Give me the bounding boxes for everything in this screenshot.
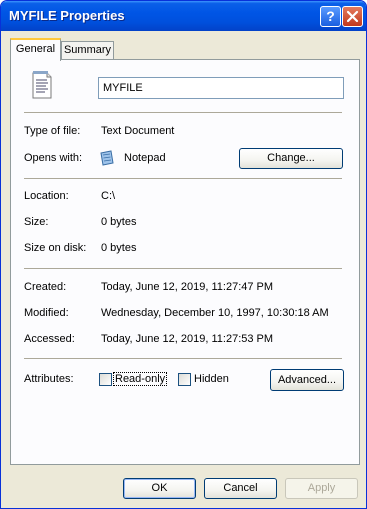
- help-button[interactable]: ?: [320, 6, 341, 27]
- tab-general-label: General: [15, 43, 56, 55]
- apply-button[interactable]: Apply: [285, 478, 358, 499]
- separator: [24, 268, 342, 269]
- change-button-label: Change...: [267, 152, 315, 164]
- hidden-checkbox[interactable]: [178, 373, 191, 386]
- notepad-icon: [100, 150, 114, 166]
- close-button[interactable]: [342, 6, 363, 27]
- opens-with-label: Opens with:: [24, 152, 83, 164]
- opens-with-value: Notepad: [124, 152, 166, 164]
- advanced-button-label: Advanced...: [277, 374, 337, 386]
- attributes-label: Attributes:: [24, 373, 74, 385]
- accessed-label: Accessed:: [24, 333, 75, 345]
- tab-summary[interactable]: Summary: [61, 41, 114, 59]
- advanced-button[interactable]: Advanced...: [270, 369, 344, 391]
- change-button[interactable]: Change...: [239, 148, 343, 169]
- size-on-disk-value: 0 bytes: [101, 242, 137, 254]
- type-of-file-value: Text Document: [101, 125, 175, 137]
- tab-summary-label: Summary: [63, 44, 112, 56]
- separator: [24, 178, 342, 179]
- window-title: MYFILE Properties: [9, 8, 125, 23]
- hidden-label[interactable]: Hidden: [194, 373, 229, 385]
- apply-button-label: Apply: [307, 482, 336, 494]
- size-label: Size:: [24, 216, 49, 228]
- file-name-input[interactable]: [98, 77, 344, 99]
- size-value: 0 bytes: [101, 216, 137, 228]
- modified-label: Modified:: [24, 307, 69, 319]
- accessed-value: Today, June 12, 2019, 11:27:53 PM: [101, 333, 274, 345]
- ok-button[interactable]: OK: [123, 478, 196, 499]
- read-only-label[interactable]: Read-only: [113, 372, 168, 386]
- location-value: C:\: [101, 190, 116, 202]
- properties-dialog: MYFILE Properties ? General Summary MYFI…: [0, 0, 367, 509]
- text-document-icon: [32, 71, 52, 99]
- created-value: Today, June 12, 2019, 11:27:47 PM: [101, 281, 274, 293]
- ok-button-label: OK: [151, 482, 168, 494]
- general-tab-panel: Type of file: Text Document Opens with: …: [10, 59, 360, 465]
- help-icon: ?: [326, 8, 335, 24]
- close-icon: [346, 10, 359, 23]
- created-label: Created:: [24, 281, 67, 293]
- modified-value: Wednesday, December 10, 1997, 10:30:18 A…: [101, 307, 329, 319]
- read-only-checkbox[interactable]: [99, 373, 112, 386]
- tab-general[interactable]: General: [10, 38, 61, 61]
- separator: [24, 112, 342, 113]
- cancel-button-label: Cancel: [223, 482, 258, 494]
- size-on-disk-label: Size on disk:: [24, 242, 87, 254]
- cancel-button[interactable]: Cancel: [204, 478, 277, 499]
- type-of-file-label: Type of file:: [24, 125, 81, 137]
- title-bar[interactable]: MYFILE Properties ?: [1, 1, 366, 31]
- location-label: Location:: [24, 190, 69, 202]
- separator: [24, 358, 342, 359]
